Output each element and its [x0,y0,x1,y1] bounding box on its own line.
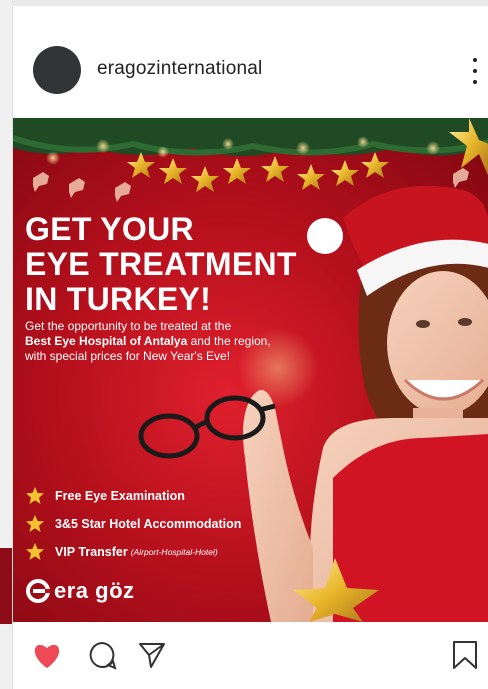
send-icon[interactable] [137,640,167,670]
headline-line-3: IN TURKEY! [25,281,212,317]
post-image[interactable]: GET YOUR EYE TREATMENT IN TURKEY! Get th… [13,118,488,622]
bookmark-icon[interactable] [451,640,479,670]
star-icon [26,543,44,560]
heart-icon[interactable] [31,640,63,670]
username[interactable]: eragozinternational [97,58,262,80]
feature-item: VIP Transfer (Airport-Hospital-Hotel) [25,538,241,566]
star-icon [26,515,44,532]
feature-label: VIP Transfer [55,545,128,559]
subtext-bold: Best Eye Hospital of Antalya [25,334,188,348]
feature-label: Free Eye Examination [55,489,185,503]
subtext-line-3: with special prices for New Year's Eve! [25,349,231,363]
feature-item: Free Eye Examination [25,482,241,510]
avatar[interactable] [33,46,81,94]
headline-line-2: EYE TREATMENT [25,246,297,282]
post-headline: GET YOUR EYE TREATMENT IN TURKEY! [25,212,297,317]
feature-item: 3&5 Star Hotel Accommodation [25,510,241,538]
instagram-post-card: eragozinternational GET YOUR EYE TREATME… [12,6,488,689]
brand-logo: era göz [25,576,135,606]
post-subtext: Get the opportunity to be treated at the… [25,319,335,364]
more-options-icon[interactable] [465,54,485,88]
background-strip-red [0,548,12,624]
feature-list: Free Eye Examination 3&5 Star Hotel Acco… [25,482,241,566]
logo-mark-icon [26,579,50,603]
feature-sublabel: (Airport-Hospital-Hotel) [130,547,218,557]
post-header: eragozinternational [13,6,488,116]
post-actions [13,622,488,689]
star-icon [26,487,44,504]
subtext-line-2-rest: and the region, [187,334,271,348]
feature-label: 3&5 Star Hotel Accommodation [55,517,242,531]
subtext-line-1: Get the opportunity to be treated at the [25,319,232,333]
subtext-line-2: Best Eye Hospital of Antalya and the reg… [25,334,335,349]
headline-line-1: GET YOUR [25,211,194,247]
comment-icon[interactable] [87,640,117,670]
logo-text: era göz [54,578,135,603]
